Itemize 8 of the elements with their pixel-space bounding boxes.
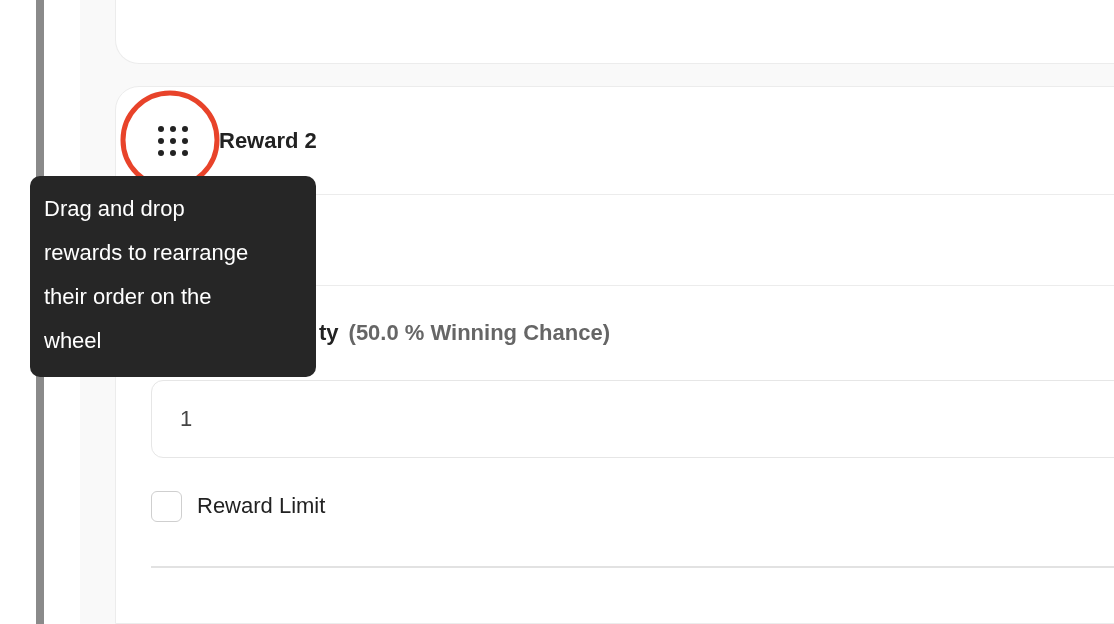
- reward-title: Reward 2: [219, 127, 317, 154]
- quantity-field[interactable]: 1: [151, 380, 1114, 458]
- reward-limit-label: Reward Limit: [197, 493, 326, 519]
- winning-chance: (50.0 % Winning Chance): [348, 320, 610, 346]
- tooltip: Drag and drop rewards to rearrange their order on the wheel: [30, 176, 316, 377]
- probability-label: ty: [319, 320, 339, 346]
- drag-handle-icon[interactable]: [156, 123, 190, 158]
- reward-limit-checkbox[interactable]: [151, 490, 182, 522]
